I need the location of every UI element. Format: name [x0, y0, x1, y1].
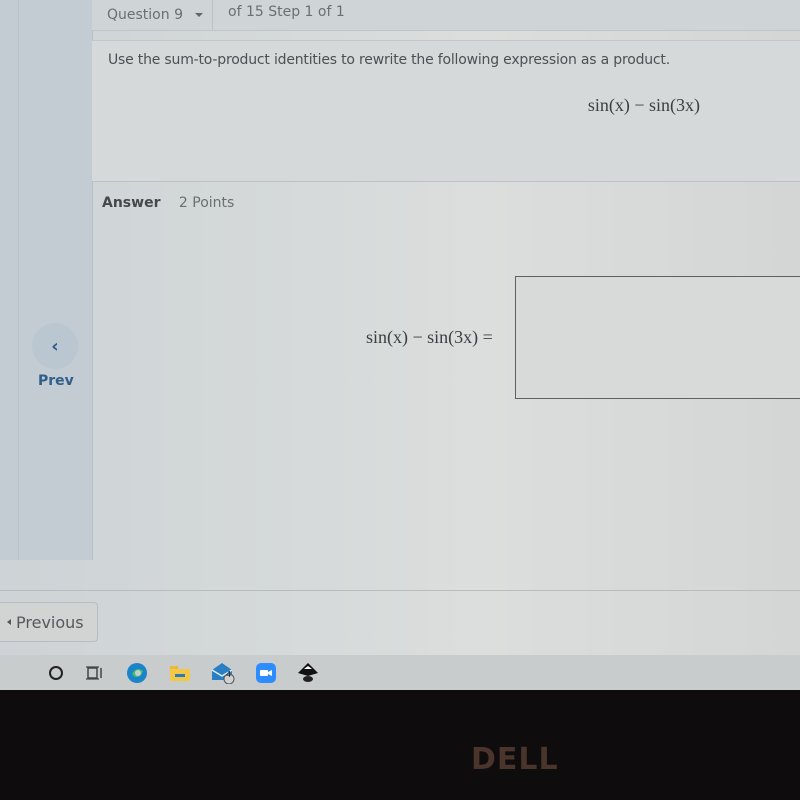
- edge-browser-icon[interactable]: [125, 661, 149, 685]
- task-view-icon[interactable]: [82, 661, 106, 685]
- question-instruction: Use the sum-to-product identities to rew…: [108, 52, 670, 68]
- footer-divider: [0, 590, 800, 591]
- mail-icon[interactable]: 4: [211, 661, 235, 685]
- answer-header: Answer 2 Points: [102, 195, 234, 211]
- search-circle-icon[interactable]: [44, 661, 68, 685]
- equation-lhs: sin(x) − sin(3x) =: [366, 327, 493, 347]
- caret-left-icon: [7, 619, 11, 625]
- points-badge: 2 Points: [178, 195, 235, 211]
- answer-label: Answer: [102, 195, 161, 211]
- previous-button[interactable]: Previous: [0, 602, 98, 642]
- question-expression: sin(x) − sin(3x): [587, 95, 700, 115]
- chevron-down-icon: [194, 13, 203, 17]
- windows-taskbar: 4: [0, 655, 800, 690]
- chevron-left-icon: ‹: [51, 335, 59, 357]
- prev-step-button[interactable]: ‹: [32, 323, 78, 369]
- browser-screen: Question 9 of 15 Step 1 of 1 Use the sum…: [0, 0, 800, 690]
- previous-button-label: Previous: [16, 612, 84, 632]
- answer-input[interactable]: [515, 276, 800, 399]
- question-selector[interactable]: Question 9: [92, 0, 213, 30]
- file-explorer-icon[interactable]: [168, 661, 192, 685]
- laptop-bezel: [0, 690, 800, 800]
- zoom-app-icon[interactable]: [254, 661, 278, 685]
- inkscape-icon[interactable]: [296, 661, 320, 685]
- question-selector-label: Question 9: [107, 7, 183, 23]
- dell-logo: DELL: [471, 742, 559, 777]
- rail-divider: [18, 0, 19, 560]
- prev-step-label[interactable]: Prev: [38, 373, 74, 389]
- question-panel: Use the sum-to-product identities to rew…: [92, 40, 800, 182]
- question-header: Question 9 of 15 Step 1 of 1: [92, 0, 800, 31]
- question-progress: of 15 Step 1 of 1: [228, 4, 345, 20]
- left-rail: [0, 0, 93, 560]
- mail-badge: 4: [226, 670, 232, 679]
